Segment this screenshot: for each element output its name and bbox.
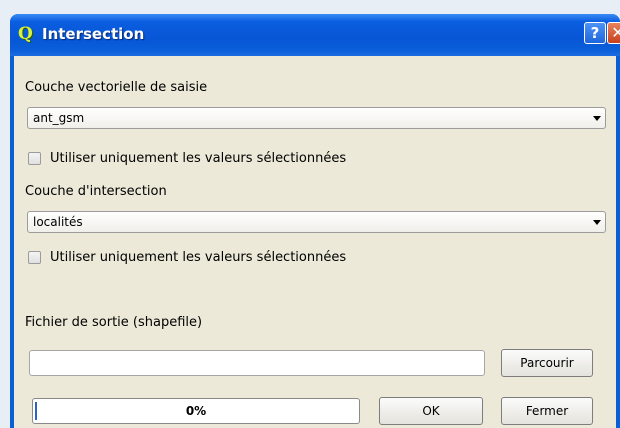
chevron-down-icon xyxy=(593,116,601,121)
title-bar[interactable]: Q Intersection ? ✕ xyxy=(10,14,620,56)
progress-bar: 0% xyxy=(32,398,360,424)
output-file-label: Fichier de sortie (shapefile) xyxy=(25,315,203,330)
ok-button[interactable]: OK xyxy=(379,397,483,425)
close-icon: ✕ xyxy=(611,23,620,42)
dialog-content: Couche vectorielle de saisie ant_gsm Uti… xyxy=(14,56,616,428)
intersect-selected-only-row[interactable]: Utiliser uniquement les valeurs sélectio… xyxy=(28,250,428,268)
help-button[interactable]: ? xyxy=(584,22,606,44)
intersection-dialog: Q Intersection ? ✕ Couche vectorielle de… xyxy=(10,14,620,428)
progress-text: 0% xyxy=(185,404,207,418)
output-file-input[interactable] xyxy=(29,350,485,376)
intersect-selected-only-label: Utiliser uniquement les valeurs sélectio… xyxy=(50,250,347,265)
input-layer-combo[interactable]: ant_gsm xyxy=(27,107,606,129)
intersect-layer-combo[interactable]: localités xyxy=(27,211,606,233)
input-selected-only-label: Utiliser uniquement les valeurs sélectio… xyxy=(50,151,347,166)
intersect-layer-label: Couche d'intersection xyxy=(25,184,167,199)
input-layer-label: Couche vectorielle de saisie xyxy=(25,80,208,95)
browse-button[interactable]: Parcourir xyxy=(501,349,593,377)
qgis-app-icon: Q xyxy=(18,24,33,44)
input-selected-only-checkbox[interactable] xyxy=(28,152,41,165)
window-title: Intersection xyxy=(42,25,145,43)
help-icon: ? xyxy=(590,24,600,42)
input-layer-value: ant_gsm xyxy=(33,111,85,125)
close-button[interactable]: Fermer xyxy=(501,397,593,425)
intersect-layer-value: localités xyxy=(33,215,83,229)
close-window-button[interactable]: ✕ xyxy=(607,22,620,44)
intersect-selected-only-checkbox[interactable] xyxy=(28,251,41,264)
chevron-down-icon xyxy=(593,220,601,225)
input-selected-only-row[interactable]: Utiliser uniquement les valeurs sélectio… xyxy=(28,151,428,169)
